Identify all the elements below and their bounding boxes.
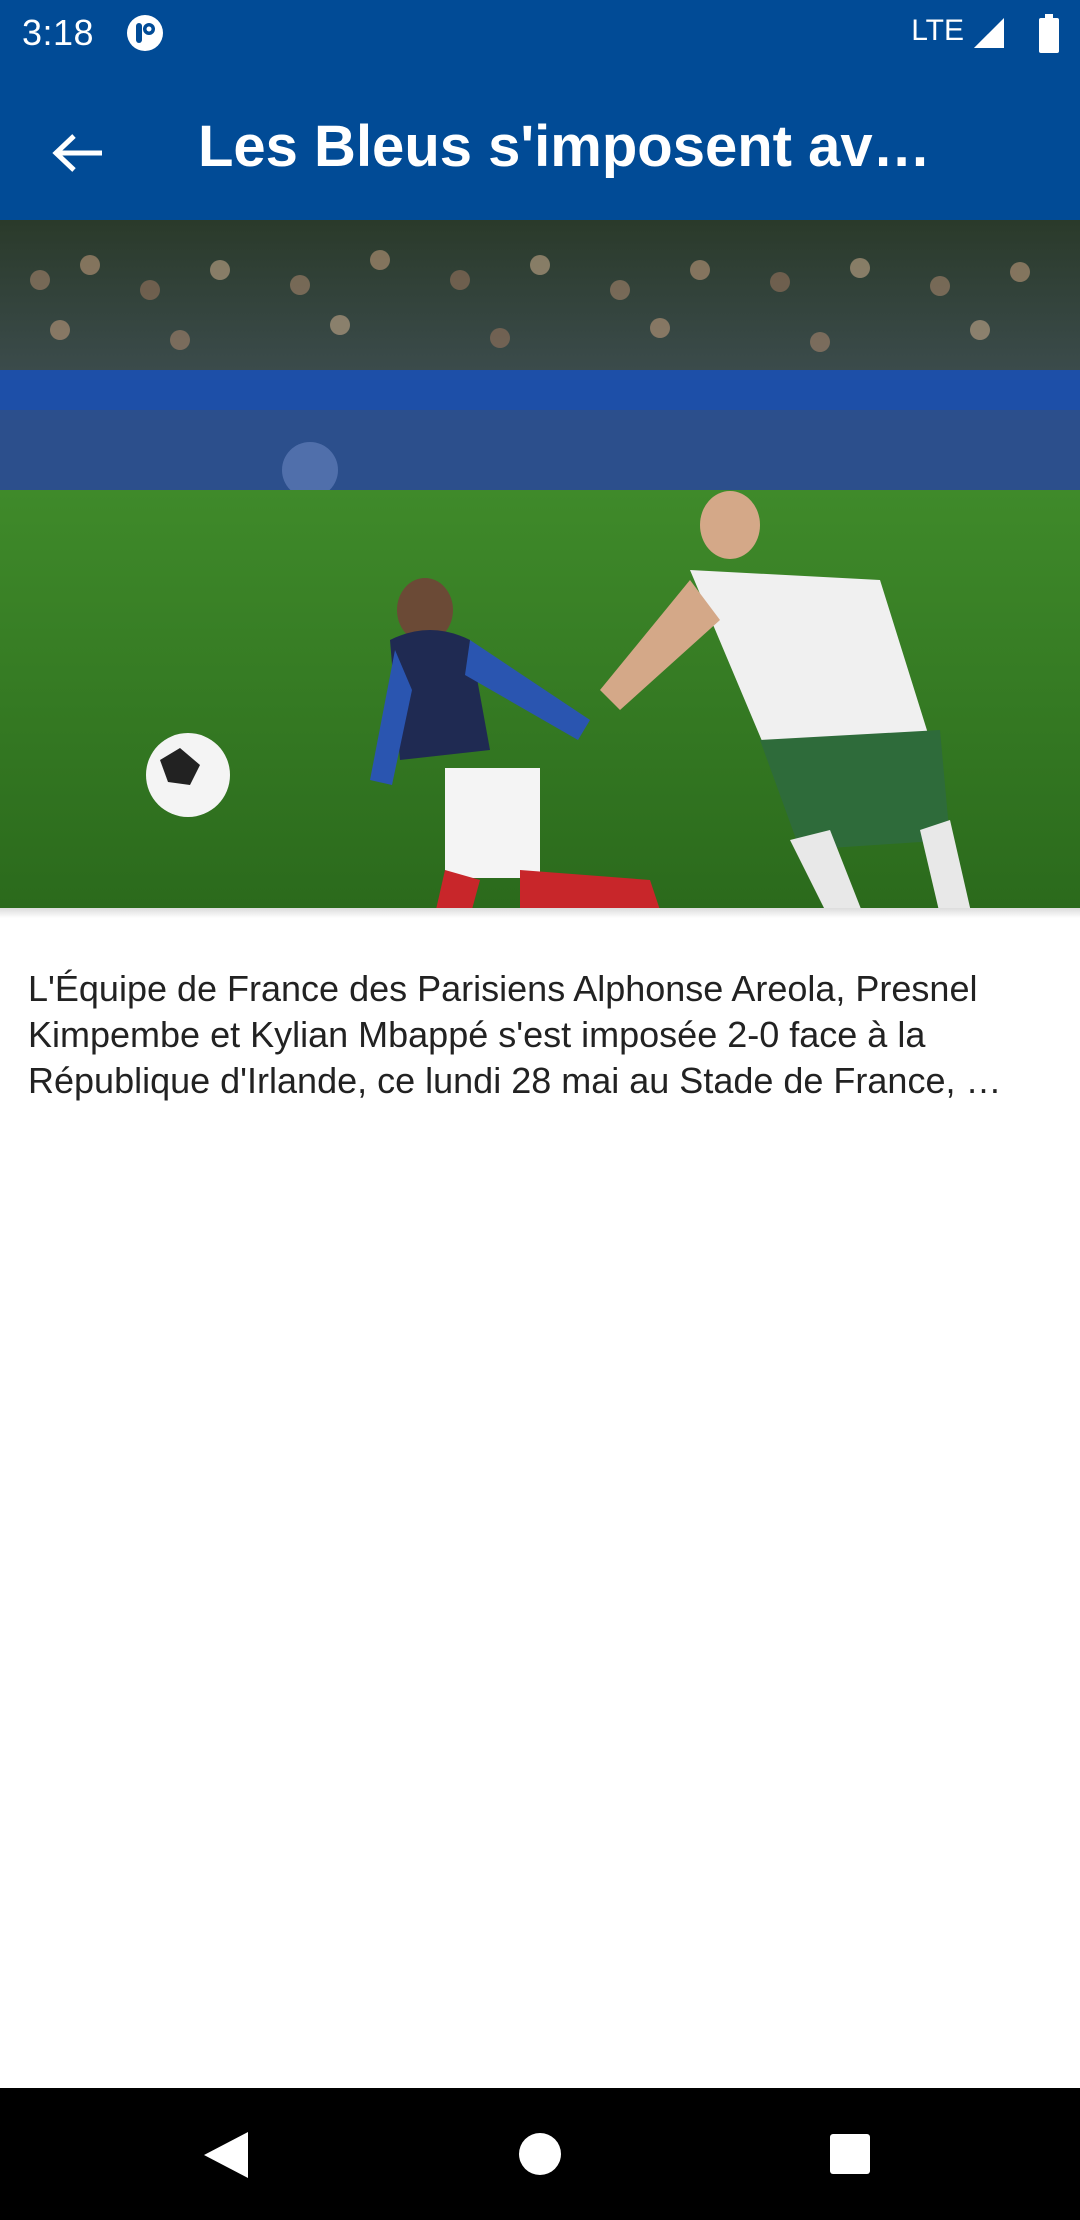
app-bar: Les Bleus s'imposent av… (0, 66, 1080, 220)
network-type-label: LTE (911, 14, 964, 47)
triangle-back-icon[interactable] (196, 2128, 254, 2182)
square-recents-icon[interactable] (828, 2132, 872, 2176)
app-notification-icon (127, 15, 163, 51)
status-time: 3:18 (22, 12, 95, 53)
article-hero-image (0, 220, 1080, 908)
hero-photo (0, 220, 1080, 908)
system-nav-bar (0, 2088, 1080, 2220)
status-bar: 3:18 LTE (0, 0, 1080, 66)
cell-signal-icon (974, 18, 1004, 48)
back-button[interactable] (30, 105, 126, 201)
hero-shadow (0, 908, 1080, 918)
article-summary[interactable]: L'Équipe de France des Parisiens Alphons… (28, 966, 1058, 1104)
battery-icon (1039, 14, 1059, 53)
arrow-left-icon (52, 134, 102, 172)
page-title: Les Bleus s'imposent av… (198, 114, 931, 179)
circle-home-icon[interactable] (516, 2130, 564, 2178)
